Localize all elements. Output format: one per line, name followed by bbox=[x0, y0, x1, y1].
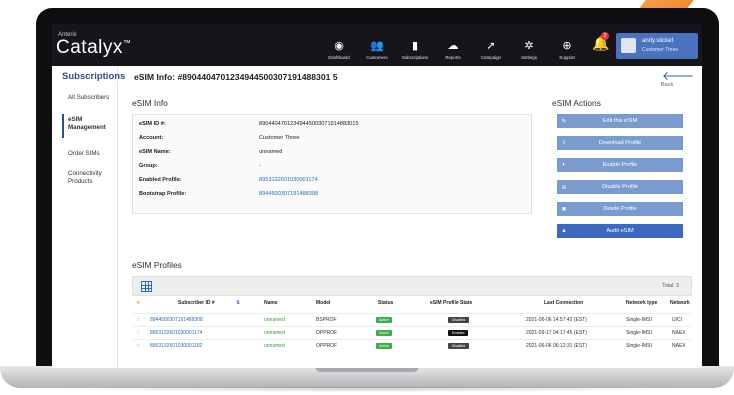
col-last-connection[interactable]: Last Connection bbox=[544, 300, 583, 306]
disable-profile-button[interactable]: ⊖ Disable Profile bbox=[557, 180, 683, 194]
avatar bbox=[621, 38, 636, 53]
nav-customers[interactable]: 👥 Customers bbox=[358, 28, 396, 62]
profiles-toolbar: Total: 3 bbox=[132, 276, 692, 296]
profiles-total: Total: 3 bbox=[662, 283, 679, 289]
profiles-header-row: ★ Subscriber ID # ⇅ Name Model Status eS… bbox=[132, 300, 692, 312]
nav-dashboard[interactable]: ◉ Dashboard bbox=[320, 28, 358, 62]
user-menu[interactable]: andy.sticket Customer Three bbox=[616, 33, 698, 59]
profile-state-badge: Enabled bbox=[448, 330, 469, 336]
page-title: eSIM Info: #8904404701234944500307191488… bbox=[134, 72, 338, 82]
status-badge: Active bbox=[376, 343, 392, 349]
nav-reports[interactable]: ☁ Reports bbox=[434, 28, 472, 62]
table-row[interactable]: ☆ 8953132601030001182 unnamed OPPROF Act… bbox=[132, 339, 692, 351]
toggle-off-icon: ⊖ bbox=[561, 184, 567, 191]
edit-esim-button[interactable]: ✎ Edit this eSIM bbox=[557, 114, 683, 128]
col-network-type[interactable]: Network type bbox=[626, 300, 657, 306]
status-badge: Active bbox=[376, 317, 392, 323]
laptop-shadow bbox=[40, 386, 694, 392]
main-nav: ◉ Dashboard 👥 Customers ▮ Subscriptions … bbox=[320, 28, 586, 62]
sidebar-item-connectivity-products[interactable]: Connectivity Products bbox=[68, 170, 112, 186]
esim-actions-title: eSIM Actions bbox=[552, 98, 601, 108]
toggle-on-icon: ◐ bbox=[562, 162, 566, 168]
delete-profile-button[interactable]: ✖ Delete Profile bbox=[557, 202, 683, 216]
sidebar-active-indicator bbox=[62, 114, 64, 138]
back-arrow-icon[interactable]: 🡐 bbox=[662, 68, 694, 83]
sort-icon[interactable]: ⇅ bbox=[236, 300, 240, 306]
bootstrap-profile-link[interactable]: 8944500307191488308 bbox=[259, 191, 318, 197]
back-button[interactable]: Back bbox=[661, 82, 673, 88]
table-row[interactable]: ☆ 8953132601030001174 unnamed OPPROF Act… bbox=[132, 326, 692, 338]
sidebar-item-all-subscribers[interactable]: All Subscribers bbox=[68, 94, 109, 101]
top-navbar: Anterix Catalyx™ ◉ Dashboard 👥 Customers… bbox=[52, 24, 702, 66]
dashboard-icon: ◉ bbox=[334, 40, 344, 52]
nav-campaign[interactable]: ➚ Campaign bbox=[472, 28, 510, 62]
table-row[interactable]: ☆ 8944500307191488308 unnamed BSPROF Act… bbox=[132, 313, 692, 325]
download-profile-button[interactable]: ⭳ Download Profile bbox=[557, 136, 683, 150]
enabled-profile-link[interactable]: 8953132601030001174 bbox=[259, 177, 318, 183]
subscriber-id-link[interactable]: 8953132601030001174 bbox=[150, 330, 202, 336]
status-badge: Active bbox=[376, 330, 392, 336]
col-profile-state[interactable]: eSIM Profile State bbox=[430, 300, 472, 306]
col-model[interactable]: Model bbox=[316, 300, 330, 306]
support-icon: ⊕ bbox=[562, 40, 572, 52]
grid-view-icon[interactable] bbox=[141, 281, 152, 292]
favorite-star-icon[interactable]: ☆ bbox=[136, 317, 140, 323]
brand-logo[interactable]: Catalyx™ bbox=[56, 37, 131, 59]
reports-icon: ☁ bbox=[447, 40, 459, 52]
edit-icon: ✎ bbox=[561, 118, 567, 125]
customers-icon: 👥 bbox=[370, 40, 384, 52]
sidebar-item-esim-management[interactable]: eSIM Management bbox=[68, 116, 112, 132]
sidebar: Subscriptions All Subscribers eSIM Manag… bbox=[52, 66, 125, 368]
profile-state-badge: Disabled bbox=[448, 343, 470, 349]
nav-subscriptions[interactable]: ▮ Subscriptions bbox=[396, 28, 434, 62]
delete-icon: ✖ bbox=[561, 206, 567, 213]
nav-settings[interactable]: ✲ Settings bbox=[510, 28, 548, 62]
sidebar-item-order-sims[interactable]: Order SIMs bbox=[68, 150, 100, 157]
download-icon: ⭳ bbox=[562, 140, 566, 146]
app-screen: Anterix Catalyx™ ◉ Dashboard 👥 Customers… bbox=[52, 24, 702, 368]
subscriptions-icon: ▮ bbox=[411, 40, 419, 52]
user-org: Customer Three bbox=[642, 47, 679, 53]
subscriber-id-link[interactable]: 8944500307191488308 bbox=[150, 317, 203, 323]
enable-profile-button[interactable]: ◐ Enable Profile bbox=[557, 158, 683, 172]
notification-badge: 2 bbox=[601, 32, 609, 40]
favorite-star-icon[interactable]: ☆ bbox=[136, 330, 140, 336]
settings-icon: ✲ bbox=[524, 40, 534, 52]
col-network[interactable]: Network bbox=[670, 300, 690, 306]
col-subscriber-id[interactable]: Subscriber ID # bbox=[178, 300, 215, 306]
favorite-header-icon: ★ bbox=[136, 300, 141, 306]
campaign-icon: ➚ bbox=[486, 40, 496, 52]
esim-profiles-title: eSIM Profiles bbox=[132, 260, 182, 270]
col-status[interactable]: Status bbox=[378, 300, 393, 306]
audit-esim-button[interactable]: ▲ Audit eSIM bbox=[557, 224, 683, 238]
sidebar-title: Subscriptions bbox=[62, 71, 126, 82]
col-name[interactable]: Name bbox=[264, 300, 278, 306]
user-name: andy.sticket bbox=[642, 38, 674, 44]
audit-icon: ▲ bbox=[561, 228, 567, 234]
nav-support[interactable]: ⊕ Support bbox=[548, 28, 586, 62]
profile-state-badge: Disabled bbox=[448, 317, 470, 323]
subscriber-id-link[interactable]: 8953132601030001182 bbox=[150, 343, 202, 349]
favorite-star-icon[interactable]: ☆ bbox=[136, 343, 140, 349]
esim-info-title: eSIM Info bbox=[132, 98, 168, 108]
esim-info-panel: eSIM ID #: 89044047012349445003071914883… bbox=[132, 114, 532, 214]
